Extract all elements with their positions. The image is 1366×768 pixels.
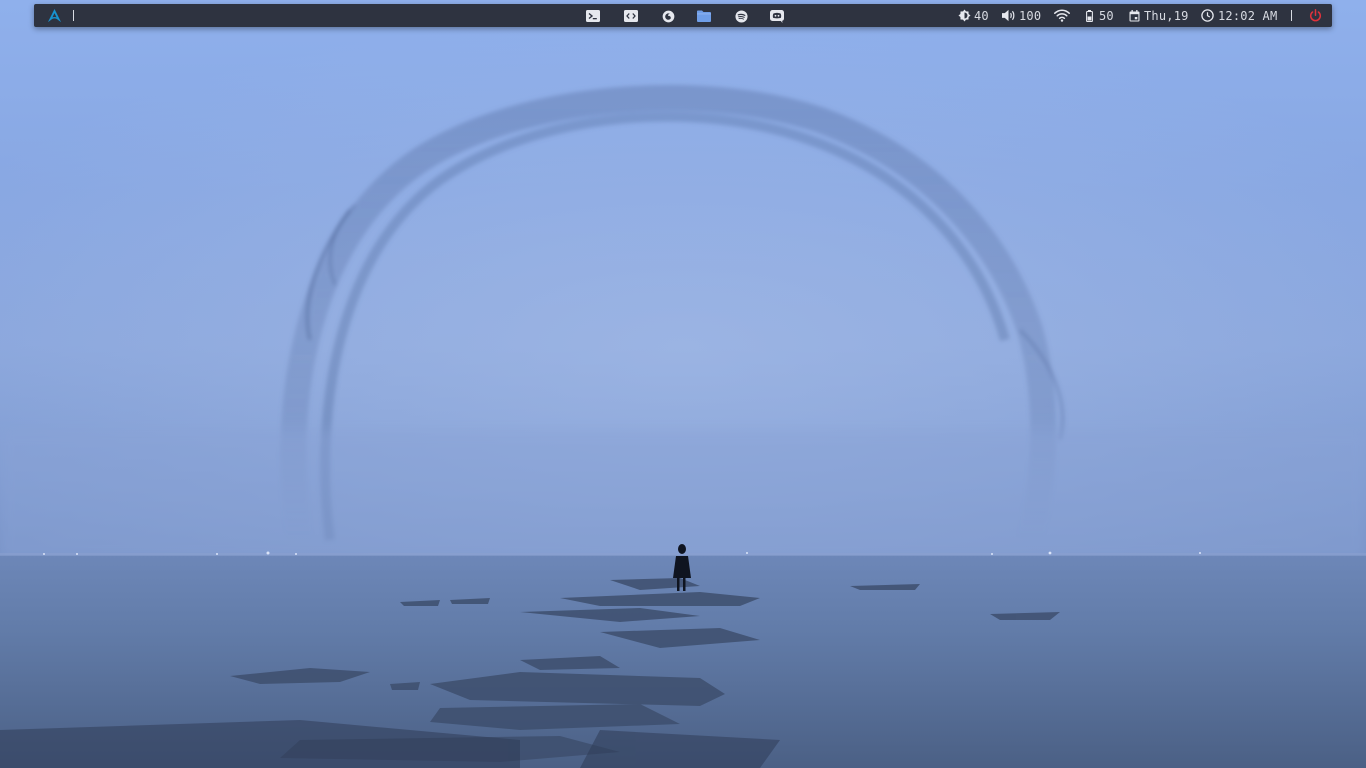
folder-icon[interactable] bbox=[696, 8, 712, 24]
calendar-icon bbox=[1129, 9, 1140, 22]
power-separator bbox=[1291, 4, 1292, 27]
battery-module[interactable]: 50 bbox=[1086, 4, 1114, 27]
volume-value: 100 bbox=[1019, 8, 1042, 23]
spotify-icon[interactable] bbox=[733, 8, 749, 24]
launcher-separator bbox=[73, 4, 74, 27]
battery-icon bbox=[1086, 9, 1093, 22]
wifi-icon[interactable] bbox=[1054, 4, 1070, 27]
power-icon[interactable] bbox=[1309, 4, 1322, 27]
brightness-value: 40 bbox=[974, 8, 989, 23]
desktop-wallpaper bbox=[0, 0, 1366, 768]
firefox-icon[interactable] bbox=[660, 8, 676, 24]
time-value: 12:02 AM bbox=[1218, 8, 1278, 23]
volume-module[interactable]: 100 bbox=[1001, 4, 1041, 27]
code-icon[interactable] bbox=[623, 8, 639, 24]
arch-linux-logo-icon[interactable] bbox=[47, 4, 62, 27]
discord-icon[interactable] bbox=[769, 8, 785, 24]
date-module[interactable]: Thu,19 bbox=[1129, 4, 1189, 27]
brightness-icon bbox=[958, 9, 971, 22]
clock-icon bbox=[1201, 9, 1214, 22]
top-status-bar: 40 100 50 Thu,19 12:02 AM bbox=[34, 4, 1332, 27]
terminal-icon[interactable] bbox=[585, 8, 601, 24]
volume-icon bbox=[1001, 9, 1016, 22]
clock-module[interactable]: 12:02 AM bbox=[1201, 4, 1277, 27]
date-value: Thu,19 bbox=[1144, 8, 1189, 23]
battery-value: 50 bbox=[1099, 8, 1114, 23]
brightness-module[interactable]: 40 bbox=[958, 4, 989, 27]
